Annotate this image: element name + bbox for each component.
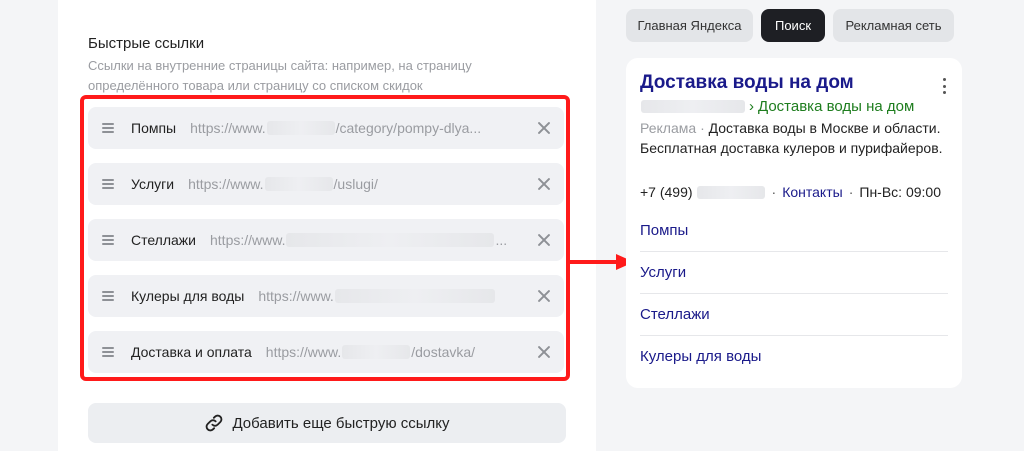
redacted-domain (641, 100, 745, 113)
ad-label-separator: · (700, 120, 705, 136)
ad-preview-card: Доставка воды на дом › Доставка воды на … (626, 58, 962, 388)
kebab-menu-icon[interactable] (943, 78, 947, 94)
ad-label: Реклама (640, 120, 697, 136)
add-quick-link-button[interactable]: Добавить еще быструю ссылку (88, 403, 566, 443)
sitelink[interactable]: Стеллажи (640, 293, 948, 335)
tab-search[interactable]: Поиск (761, 9, 825, 42)
section-title: Быстрые ссылки (88, 35, 205, 52)
ad-url-path[interactable]: Доставка воды на дом (758, 98, 914, 115)
tab-yandex-main[interactable]: Главная Яндекса (626, 9, 753, 42)
ad-title[interactable]: Доставка воды на дом (640, 72, 854, 94)
ad-contacts-line: +7 (499) · Контакты · Пн-Вс: 09:00 (640, 184, 941, 200)
url-separator: › (749, 98, 754, 115)
separator-dot: · (771, 184, 777, 200)
tab-ad-network[interactable]: Рекламная сеть (833, 9, 954, 42)
arrow-icon (568, 254, 634, 270)
sitelink[interactable]: Помпы (640, 209, 948, 251)
ad-phone[interactable]: +7 (499) (640, 184, 693, 200)
add-quick-link-label: Добавить еще быструю ссылку (232, 414, 450, 432)
redacted-phone (696, 185, 765, 199)
section-description: Ссылки на внутренние страницы сайта: нап… (88, 58, 472, 93)
sitelink[interactable]: Кулеры для воды (640, 335, 948, 377)
separator-dot: · (848, 184, 854, 200)
sitelink[interactable]: Услуги (640, 251, 948, 293)
ad-display-url: › Доставка воды на дом (640, 98, 914, 115)
ad-contacts-link[interactable]: Контакты (782, 184, 842, 200)
ad-hours: Пн-Вс: 09:00 (859, 184, 941, 200)
link-icon (206, 414, 223, 432)
highlight-frame (80, 95, 570, 381)
ad-text-block: Реклама · Доставка воды в Москве и облас… (640, 118, 956, 158)
